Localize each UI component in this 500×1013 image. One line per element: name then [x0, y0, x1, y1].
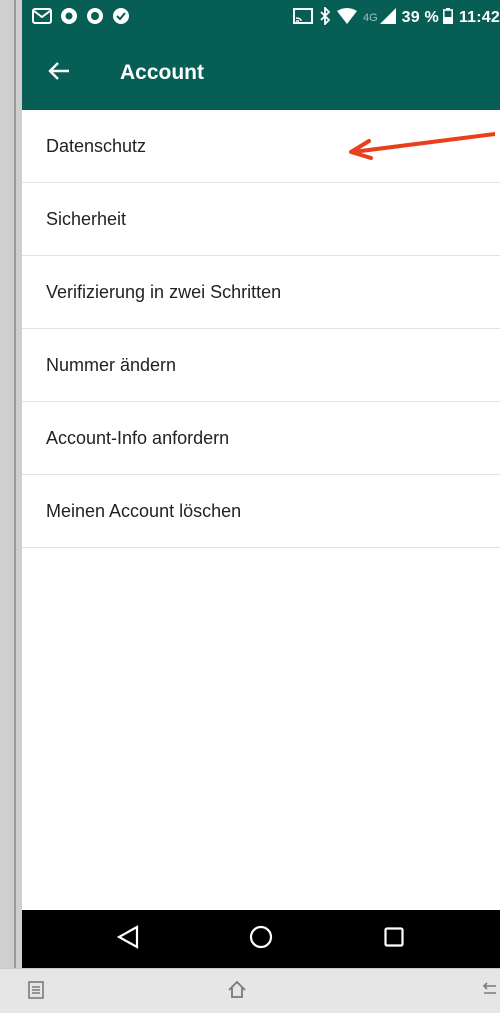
annotation-arrow-icon	[349, 132, 495, 160]
page-icon[interactable]	[28, 981, 44, 1004]
nav-back-button[interactable]	[98, 910, 158, 968]
nav-home-button[interactable]	[231, 910, 291, 968]
list-item-label: Verifizierung in zwei Schritten	[46, 281, 282, 302]
network-type-label: 4G	[362, 12, 378, 24]
triangle-back-icon	[117, 924, 139, 954]
back-button[interactable]	[22, 36, 96, 110]
page-title: Account	[120, 61, 204, 84]
gmail-icon	[32, 7, 52, 29]
list-item-label: Meinen Account löschen	[46, 500, 242, 521]
list-item-sicherheit[interactable]: Sicherheit	[22, 183, 500, 256]
settings-list: Datenschutz Sicherheit Verifizierung in …	[22, 110, 500, 548]
list-item-label: Sicherheit	[46, 208, 127, 229]
list-item-label: Nummer ändern	[46, 354, 177, 375]
circle-home-icon	[249, 925, 273, 954]
wifi-icon	[336, 7, 357, 29]
status-bar: 4G 39 % 11:42	[22, 0, 500, 36]
bluetooth-icon	[319, 5, 331, 30]
cast-icon	[292, 7, 313, 29]
list-item-change-number[interactable]: Nummer ändern	[22, 329, 500, 402]
list-item-delete-account[interactable]: Meinen Account löschen	[22, 475, 500, 548]
square-recents-icon	[384, 926, 404, 952]
list-item-two-step-verification[interactable]: Verifizierung in zwei Schritten	[22, 256, 500, 329]
chrome-icon	[60, 7, 78, 30]
clock: 11:42	[458, 9, 500, 26]
return-icon[interactable]	[482, 981, 496, 1004]
battery-percent: 39 %	[401, 9, 439, 26]
record-icon	[86, 7, 104, 30]
browser-bottom-toolbar	[0, 968, 500, 1013]
app-bar: Account	[22, 36, 500, 110]
home-icon[interactable]	[228, 980, 246, 1004]
signal-icon	[379, 7, 396, 29]
system-nav-bar	[22, 910, 500, 968]
check-circle-icon	[112, 7, 130, 30]
list-item-request-account-info[interactable]: Account-Info anfordern	[22, 402, 500, 475]
list-item-label: Datenschutz	[46, 135, 147, 156]
list-item-label: Account-Info anfordern	[46, 427, 230, 448]
battery-icon	[442, 7, 453, 29]
nav-recents-button[interactable]	[364, 910, 424, 968]
left-window-edge	[0, 0, 22, 968]
arrow-left-icon	[48, 61, 70, 86]
